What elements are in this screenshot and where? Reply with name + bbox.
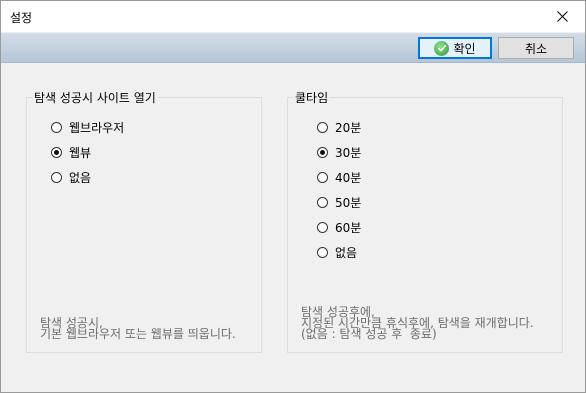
radio-label: 60분	[335, 221, 362, 235]
open-site-legend: 탐색 성공시 사이트 열기	[32, 89, 158, 106]
close-button[interactable]	[539, 1, 585, 32]
radio-label: 웹브라우저	[69, 121, 125, 135]
note-line: 기본 웹브라우저 또는 웹뷰를 띄웁니다.	[40, 327, 236, 341]
radio-circle	[317, 197, 328, 208]
cooltime-legend: 쿨타임	[293, 89, 331, 106]
radio-circle	[317, 147, 328, 158]
cooltime-group: 쿨타임 20분 30분 40분 50분 60분 없음 탐색 성공후에, 지정된 …	[287, 89, 563, 353]
radio-web-browser[interactable]: 웹브라우저	[51, 119, 124, 136]
radio-20min[interactable]: 20분	[317, 119, 361, 136]
cancel-button[interactable]: 취소	[498, 37, 574, 59]
button-bar: 확인 취소	[1, 33, 585, 63]
radio-circle	[317, 172, 328, 183]
radio-webview[interactable]: 웹뷰	[51, 144, 91, 161]
radio-label: 30분	[335, 146, 362, 160]
radio-50min[interactable]: 50분	[317, 194, 361, 211]
ok-label: 확인	[453, 41, 476, 56]
radio-selected-dot	[54, 150, 59, 155]
radio-circle	[317, 222, 328, 233]
radio-label: 40분	[335, 171, 362, 185]
radio-circle	[51, 147, 62, 158]
radio-30min[interactable]: 30분	[317, 144, 361, 161]
check-icon	[434, 40, 450, 56]
radio-40min[interactable]: 40분	[317, 169, 361, 186]
close-icon	[556, 11, 568, 22]
radio-label: 없음	[69, 171, 92, 185]
ok-button[interactable]: 확인	[418, 37, 492, 59]
note-line: (없음 : 탐색 성공 후 종료)	[301, 327, 437, 341]
radio-label: 없음	[335, 246, 358, 260]
title-bar: 설정	[1, 1, 585, 32]
open-site-group: 탐색 성공시 사이트 열기 웹브라우저 웹뷰 없음 탐색 성공시, 기본 웹브라…	[26, 89, 262, 353]
settings-dialog: 설정 확인 취소 탐색 성공시 사이트 열기 웹브라우저 웹뷰 없음 탐색 성공…	[0, 0, 586, 393]
radio-60min[interactable]: 60분	[317, 219, 361, 236]
window-title: 설정	[10, 11, 33, 25]
radio-circle	[51, 122, 62, 133]
radio-label: 웹뷰	[69, 146, 92, 160]
cooltime-note: 탐색 성공후에, 지정된 시간만큼 휴식후에, 탐색을 재개합니다. (없음 :…	[301, 306, 534, 341]
radio-circle	[317, 122, 328, 133]
radio-no-cooltime[interactable]: 없음	[317, 244, 357, 261]
open-site-note: 탐색 성공시, 기본 웹브라우저 또는 웹뷰를 띄웁니다.	[40, 317, 236, 341]
radio-label: 20분	[335, 121, 362, 135]
radio-selected-dot	[320, 150, 325, 155]
radio-none[interactable]: 없음	[51, 169, 91, 186]
cancel-label: 취소	[524, 41, 548, 56]
radio-circle	[51, 172, 62, 183]
radio-label: 50분	[335, 196, 362, 210]
radio-circle	[317, 247, 328, 258]
